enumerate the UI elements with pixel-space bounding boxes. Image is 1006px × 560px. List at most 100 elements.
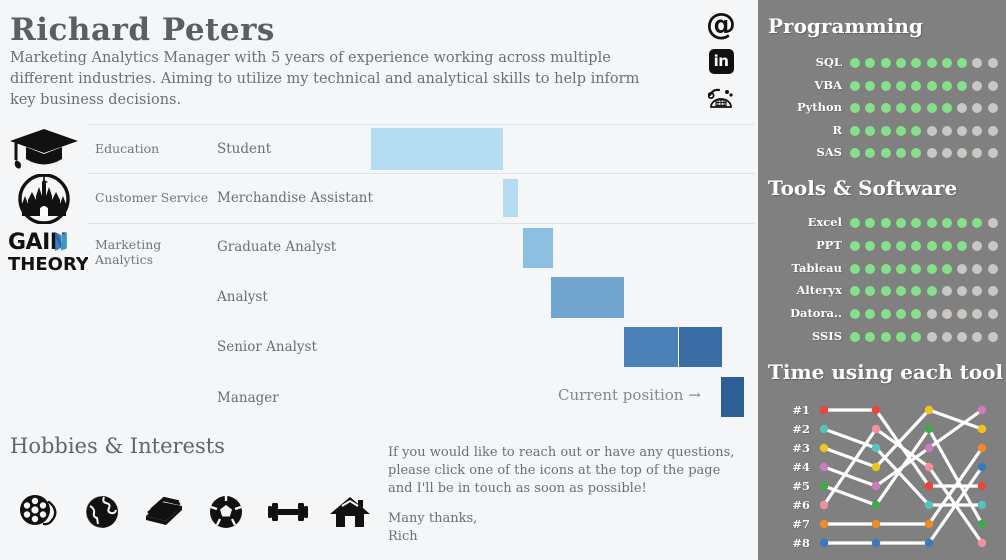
dot-empty — [972, 309, 983, 320]
dot-filled — [957, 80, 968, 91]
dot-empty — [987, 80, 998, 91]
dot-empty — [972, 286, 983, 297]
books-icon — [140, 488, 188, 536]
dot-filled — [850, 58, 860, 68]
bump-point — [977, 424, 987, 434]
phone-icon[interactable] — [706, 82, 736, 112]
dot-empty — [987, 103, 998, 113]
hobbies-heading: Hobbies & Interests — [10, 434, 225, 458]
timeline-bar — [679, 327, 722, 367]
dot-empty — [957, 263, 968, 274]
skill-label: R — [832, 122, 842, 137]
dot-filled — [880, 125, 891, 136]
dot-empty — [987, 332, 998, 342]
skill-row: PPT — [758, 235, 1006, 256]
dot-filled — [911, 309, 922, 320]
dot-filled — [941, 103, 952, 113]
linkedin-icon[interactable]: in — [706, 46, 736, 76]
bump-point — [819, 519, 829, 529]
dot-filled — [941, 218, 952, 228]
bump-point — [819, 462, 829, 472]
dot-empty — [957, 332, 968, 342]
dot-filled — [895, 218, 906, 228]
bump-point — [871, 500, 881, 510]
dot-filled — [880, 240, 891, 251]
dot-filled — [941, 240, 952, 251]
dot-filled — [850, 125, 860, 136]
dot-empty — [972, 103, 983, 113]
bump-point — [924, 538, 934, 548]
dot-empty — [987, 240, 998, 251]
bump-point — [924, 405, 934, 415]
email-icon[interactable]: @ — [706, 10, 736, 40]
bump-point — [924, 424, 934, 434]
timeline-role: Graduate Analyst — [217, 239, 337, 255]
dot-filled — [972, 218, 983, 228]
timeline-row: Analyst — [0, 273, 758, 322]
dot-filled — [850, 103, 860, 113]
timeline-role: Analyst — [217, 289, 268, 305]
dot-filled — [880, 148, 891, 158]
dot-filled — [911, 148, 922, 158]
dot-empty — [957, 148, 968, 158]
dot-empty — [972, 263, 983, 274]
resume-page: Richard Peters Marketing Analytics Manag… — [0, 0, 1006, 560]
career-timeline: GAIN THEORY Education Student Customer S… — [0, 124, 758, 420]
dot-empty — [957, 309, 968, 320]
skills-sidebar: Programming SQL VBA Python R SAS Tools & Sof… — [758, 0, 1006, 560]
timeline-company: Marketing Analytics — [95, 237, 195, 267]
bump-point — [977, 481, 987, 491]
timeline-bar — [371, 128, 503, 170]
skill-label: Excel — [807, 215, 842, 229]
dot-filled — [850, 286, 860, 297]
dot-filled — [895, 58, 906, 68]
timeline-company-text: Marketing Analytics — [95, 237, 162, 267]
skill-row: Tableau — [758, 258, 1006, 279]
dot-filled — [911, 263, 922, 274]
dot-filled — [895, 286, 906, 297]
skill-row: SQL — [758, 52, 1006, 73]
skill-row: SAS — [758, 142, 1006, 163]
timeline-role: Manager — [217, 390, 279, 406]
skill-label: SAS — [816, 145, 842, 159]
timeline-bar — [551, 277, 624, 318]
dot-filled — [957, 58, 968, 68]
dot-empty — [987, 218, 998, 228]
skill-row: Datora.. — [758, 303, 1006, 324]
dot-filled — [850, 240, 860, 251]
dot-filled — [911, 103, 922, 113]
dot-filled — [850, 218, 860, 228]
film-reel-icon — [16, 488, 64, 536]
bump-point — [871, 424, 881, 434]
dot-filled — [895, 103, 906, 113]
dot-filled — [941, 80, 952, 91]
dot-filled — [880, 58, 891, 68]
dumbbell-icon — [264, 488, 312, 536]
dot-empty — [957, 286, 968, 297]
timeline-bar — [721, 377, 744, 417]
current-position-label: Current position → — [558, 386, 701, 404]
dot-filled — [880, 103, 891, 113]
skill-row: Alteryx — [758, 280, 1006, 301]
dot-filled — [850, 80, 860, 91]
dot-empty — [926, 309, 937, 320]
dot-filled — [895, 80, 906, 91]
dot-filled — [880, 263, 891, 274]
dot-filled — [865, 263, 876, 274]
bump-point — [924, 443, 934, 453]
dot-filled — [880, 309, 891, 320]
dot-filled — [865, 240, 876, 251]
globe-icon — [78, 488, 126, 536]
dot-filled — [880, 80, 891, 91]
bump-point — [924, 462, 934, 472]
bump-point — [871, 481, 881, 491]
bump-line-segment — [927, 408, 984, 431]
sign-off: Many thanks, Rich — [388, 510, 688, 546]
dot-filled — [865, 218, 876, 228]
skill-label: Datora.. — [790, 306, 842, 321]
timeline-company: Education — [95, 141, 160, 156]
dot-filled — [926, 80, 937, 91]
skill-label: Alteryx — [796, 283, 842, 298]
dot-filled — [880, 218, 891, 228]
sign-off-line1: Many thanks, — [388, 511, 478, 526]
